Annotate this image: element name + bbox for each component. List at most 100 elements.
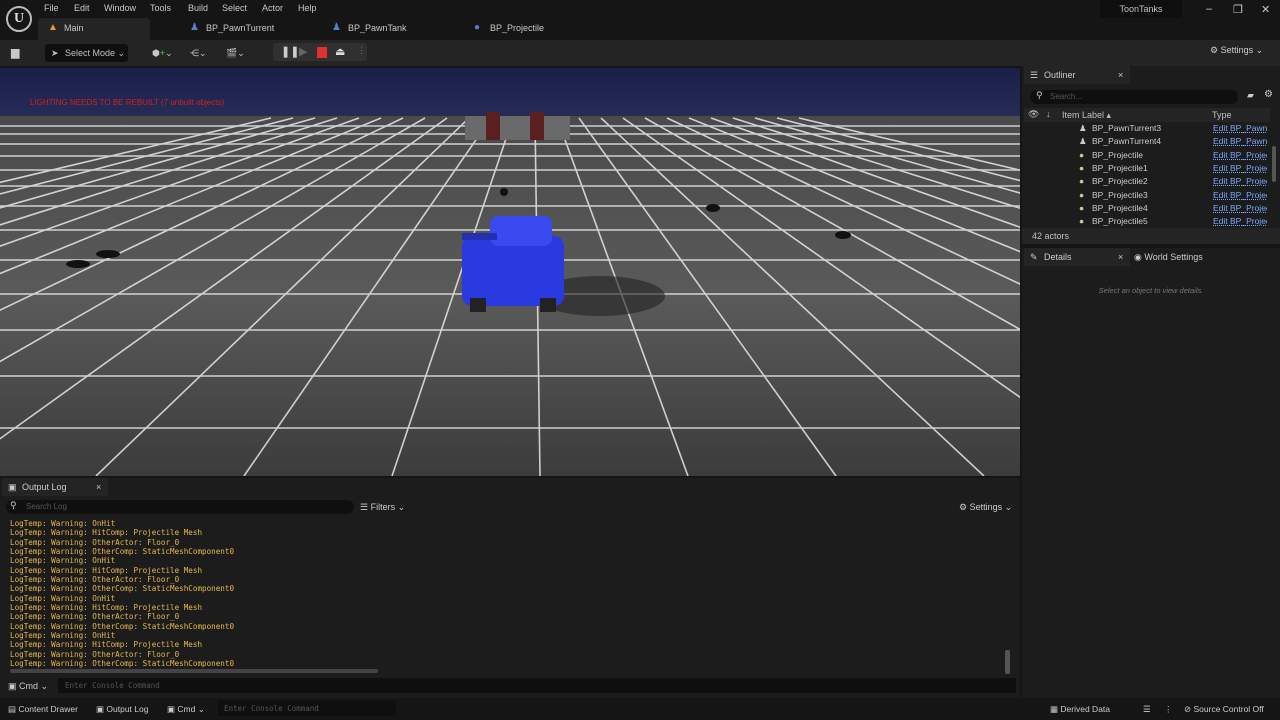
close-icon[interactable]: ✕ <box>1261 3 1270 16</box>
menu-build[interactable]: Build <box>188 3 208 13</box>
tab-label: BP_Projectile <box>490 23 545 33</box>
log-line: LogTemp: Warning: OnHit <box>10 631 116 641</box>
close-icon[interactable]: × <box>1118 66 1123 84</box>
output-log-tab[interactable]: ▣ Output Log × <box>2 478 108 496</box>
edit-blueprint-link[interactable]: Edit BP_Pawn <box>1213 122 1267 135</box>
column-type[interactable]: Type <box>1212 110 1232 120</box>
tab-bp-pawntank[interactable]: ♟ BP_PawnTank <box>322 18 452 40</box>
play-icon[interactable]: ▶ <box>299 45 307 58</box>
save-icon[interactable]: ▆ <box>11 44 19 62</box>
filters-dropdown[interactable]: ☰ Filters ⌄ <box>360 502 405 513</box>
log-horizontal-scrollbar[interactable] <box>10 669 378 673</box>
cmd-dropdown[interactable]: ▣ Cmd ⌄ <box>8 681 48 692</box>
close-icon[interactable]: × <box>96 478 101 496</box>
column-item-label[interactable]: Item Label ▴ <box>1062 110 1111 121</box>
log-settings-dropdown[interactable]: ⚙ Settings ⌄ <box>959 502 1012 513</box>
blueprint-icon[interactable]: ⋲⌄ <box>190 44 207 62</box>
unreal-logo[interactable]: U <box>6 6 32 32</box>
outliner-row[interactable]: ♟ BP_PawnTurrent4 Edit BP_Pawn <box>1070 135 1280 148</box>
revision-control-icon[interactable]: ☰ <box>1143 698 1151 720</box>
cinematics-icon[interactable]: 🎬⌄ <box>226 44 245 62</box>
edit-blueprint-link[interactable]: Edit BP_Projec <box>1213 215 1267 228</box>
pawn-icon: ♟ <box>190 22 199 33</box>
gear-icon[interactable]: ⚙ <box>1264 89 1273 100</box>
log-line: LogTemp: Warning: HitComp: Projectile Me… <box>10 603 203 613</box>
menu-actor[interactable]: Actor <box>262 3 283 13</box>
actor-icon: ● <box>1079 216 1085 227</box>
console-command-input[interactable]: Enter Console Command <box>218 701 396 716</box>
menu-file[interactable]: File <box>44 3 59 13</box>
filters-label: Filters <box>370 502 396 512</box>
more-options-icon[interactable]: ⋮ <box>357 45 366 56</box>
edit-blueprint-link[interactable]: Edit BP_Projec <box>1213 189 1267 202</box>
settings-label: Settings <box>1220 45 1254 55</box>
visibility-icon[interactable]: 👁 <box>1028 109 1039 120</box>
cursor-icon: ➤ <box>51 48 59 58</box>
minimize-icon[interactable]: – <box>1206 3 1212 15</box>
edit-blueprint-link[interactable]: Edit BP_Projec <box>1213 175 1267 188</box>
outliner-row[interactable]: ● BP_Projectile3 Edit BP_Projec <box>1070 189 1280 202</box>
terminal-icon: ▣ <box>8 482 17 492</box>
stop-icon[interactable] <box>317 47 327 58</box>
projectile <box>706 204 720 212</box>
more-options-icon[interactable]: ⋮ <box>1164 698 1173 720</box>
add-actor-icon[interactable]: ⬢+⌄ <box>152 44 173 62</box>
level-viewport[interactable] <box>0 68 1020 476</box>
edit-blueprint-link[interactable]: Edit BP_Pawn <box>1213 135 1267 148</box>
content-drawer-button[interactable]: ▤ Content Drawer <box>8 698 78 720</box>
select-mode-label: Select Mode <box>65 48 116 58</box>
details-tab[interactable]: ✎ Details × <box>1024 248 1130 266</box>
pawn-icon: ♟ <box>1079 136 1087 147</box>
console-command-input[interactable]: Enter Console Command <box>58 678 1016 693</box>
tab-bp-projectile[interactable]: ● BP_Projectile <box>464 18 594 40</box>
actor-icon: ● <box>1079 189 1085 200</box>
row-label: BP_Projectile1 <box>1092 162 1148 173</box>
output-log-panel: ▣ Output Log × Search Log ⚲ ☰ Filters ⌄ ⚙ … <box>0 478 1020 698</box>
menu-tools[interactable]: Tools <box>150 3 171 13</box>
close-icon[interactable]: × <box>1118 248 1123 266</box>
menu-window[interactable]: Window <box>104 3 136 13</box>
log-line: LogTemp: Warning: OtherComp: StaticMeshC… <box>10 584 235 594</box>
source-control-button[interactable]: ⊘ Source Control Off <box>1184 698 1264 720</box>
log-search-input[interactable]: Search Log <box>6 500 354 514</box>
details-icon: ✎ <box>1030 252 1038 262</box>
derived-data-button[interactable]: ▦ Derived Data <box>1050 698 1110 720</box>
pause-icon[interactable]: ❚❚ <box>281 45 299 58</box>
settings-button[interactable]: ⚙ Settings ⌄ <box>1210 45 1263 56</box>
row-label: BP_PawnTurrent3 <box>1092 123 1162 133</box>
outliner-row[interactable]: ● BP_Projectile1 Edit BP_Projec <box>1070 162 1280 175</box>
outliner-search-input[interactable]: Search... <box>1030 90 1238 104</box>
play-controls: ❚❚ ▶ ⏏ ⋮ <box>273 43 367 61</box>
main-toolbar: ▆ ➤ Select Mode ⌄ ⬢+⌄ ⋲⌄ 🎬⌄ <box>0 40 1280 66</box>
actor-icon: ● <box>1079 162 1085 173</box>
world-settings-tab[interactable]: ◉ World Settings <box>1134 248 1203 266</box>
cmd-dropdown[interactable]: ▣ Cmd ⌄ <box>167 698 205 720</box>
details-title: Details <box>1044 252 1072 262</box>
outliner-row[interactable]: ● BP_Projectile5 Edit BP_Projec <box>1070 215 1280 228</box>
eject-icon[interactable]: ⏏ <box>335 45 345 58</box>
restore-icon[interactable]: ❐ <box>1233 3 1243 16</box>
log-vertical-scrollbar[interactable] <box>1005 650 1010 674</box>
outliner-row[interactable]: ● BP_Projectile4 Edit BP_Projec <box>1070 202 1280 215</box>
edit-blueprint-link[interactable]: Edit BP_Projec <box>1213 202 1267 215</box>
edit-blueprint-link[interactable]: Edit BP_Projec <box>1213 149 1267 162</box>
edit-blueprint-link[interactable]: Edit BP_Projec <box>1213 162 1267 175</box>
outliner-header: 👁 ↓ Item Label ▴ Type <box>1024 108 1270 122</box>
row-label: BP_Projectile5 <box>1092 216 1148 227</box>
outliner-row[interactable]: ● BP_Projectile Edit BP_Projec <box>1070 149 1280 162</box>
menu-select[interactable]: Select <box>222 3 247 13</box>
menu-edit[interactable]: Edit <box>74 3 90 13</box>
add-folder-icon[interactable]: ▰ <box>1247 90 1254 101</box>
source-control-label: Source Control Off <box>1193 704 1264 714</box>
tab-bp-pawnturrent[interactable]: ♟ BP_PawnTurrent <box>180 18 310 40</box>
select-mode-dropdown[interactable]: ➤ Select Mode ⌄ <box>45 44 128 62</box>
menu-help[interactable]: Help <box>298 3 317 13</box>
viewport-scene[interactable] <box>0 68 1020 476</box>
projectile <box>500 188 508 196</box>
outliner-row[interactable]: ● BP_Projectile2 Edit BP_Projec <box>1070 175 1280 188</box>
output-log-button[interactable]: ▣ Output Log <box>96 698 148 720</box>
tab-main[interactable]: ▲ Main <box>38 18 150 40</box>
outliner-row[interactable]: ♟ BP_PawnTurrent3 Edit BP_Pawn <box>1070 122 1280 135</box>
outliner-tab[interactable]: ☰ Outliner × <box>1024 66 1130 84</box>
pin-icon[interactable]: ↓ <box>1046 109 1051 119</box>
